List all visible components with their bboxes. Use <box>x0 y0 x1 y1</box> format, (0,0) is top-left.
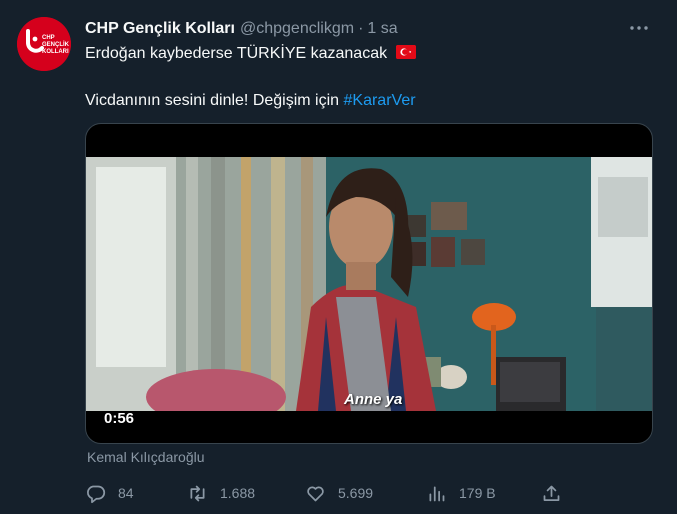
separator-dot: · <box>358 20 364 37</box>
tweet-actions: 84 1.688 5.699 179 B <box>85 481 565 505</box>
more-options-button[interactable] <box>625 14 653 42</box>
tweet-text: Vicdanının sesini dinle! Değişim için <box>85 92 344 109</box>
video-player[interactable]: Anne ya 0:56 <box>85 123 653 444</box>
avatar-logo-text: CHP <box>42 35 55 41</box>
retweet-icon <box>190 485 205 501</box>
reply-button[interactable]: 84 <box>85 481 134 505</box>
views-button[interactable]: 179 B <box>426 481 496 505</box>
video-frame[interactable] <box>86 157 652 411</box>
turkey-flag-icon <box>395 45 416 59</box>
tweet-text-line-1: Erdoğan kaybederse TÜRKİYE kazanacak <box>85 43 416 65</box>
video-subtitle: Anne ya <box>344 391 403 408</box>
tweet[interactable]: CHP GENÇLİK KOLLARI CHP Gençlik Kolları … <box>0 0 677 514</box>
tweet-header: CHP Gençlik Kolları @chpgenclikgm · 1 sa <box>85 18 398 40</box>
view-count: 179 B <box>459 485 496 501</box>
user-handle[interactable]: @chpgenclikgm <box>240 20 354 38</box>
retweet-button[interactable]: 1.688 <box>187 481 255 505</box>
reply-count: 84 <box>118 485 134 501</box>
avatar-logo-text: KOLLARI <box>42 49 69 55</box>
share-button[interactable] <box>541 481 574 505</box>
avatar-logo-text: GENÇLİK <box>42 41 70 48</box>
display-name[interactable]: CHP Gençlik Kolları <box>85 20 235 38</box>
reply-icon <box>87 485 106 503</box>
avatar[interactable]: CHP GENÇLİK KOLLARI <box>17 17 71 71</box>
tweet-text: Erdoğan kaybederse TÜRKİYE kazanacak <box>85 45 388 62</box>
timestamp[interactable]: 1 sa <box>367 20 397 38</box>
retweet-count: 1.688 <box>220 485 256 501</box>
media-tagged-user[interactable]: Kemal Kılıçdaroğlu <box>87 449 205 465</box>
hashtag-link[interactable]: #KararVer <box>344 92 416 109</box>
like-count: 5.699 <box>338 485 374 501</box>
like-button[interactable]: 5.699 <box>305 481 373 505</box>
heart-icon <box>307 485 324 501</box>
more-dots-icon <box>630 26 648 30</box>
share-icon <box>543 485 560 501</box>
tweet-text-line-2: Vicdanının sesini dinle! Değişim için #K… <box>85 90 416 112</box>
bar-chart-icon <box>429 486 445 501</box>
video-duration: 0:56 <box>104 410 135 427</box>
